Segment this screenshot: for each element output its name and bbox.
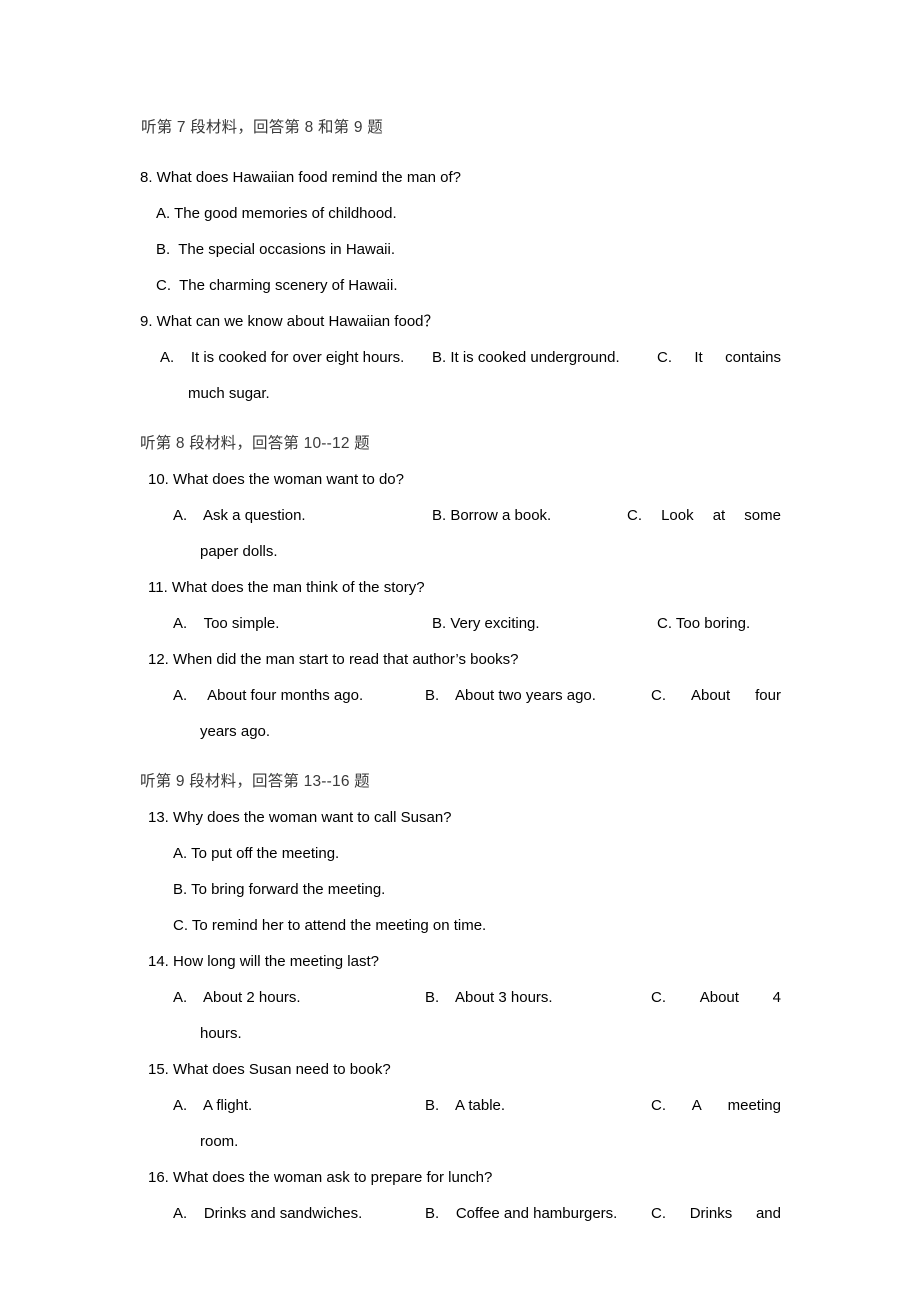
question-13-stem: 13. Why does the woman want to call Susa… bbox=[148, 809, 452, 826]
question-9-option-a[interactable]: A. It is cooked for over eight hours. bbox=[160, 340, 404, 376]
question-11-stem: 11. What does the man think of the story… bbox=[148, 579, 425, 596]
question-16-option-b[interactable]: B. Coffee and hamburgers. bbox=[425, 1196, 617, 1232]
question-10-option-c-word-0: Look bbox=[661, 507, 694, 524]
question-15-option-c[interactable]: C. A meeting bbox=[651, 1088, 781, 1124]
question-16-option-c-label: C. bbox=[651, 1205, 666, 1222]
question-12-option-c-continuation[interactable]: years ago. bbox=[0, 714, 920, 750]
question-9-option-c-label: C. bbox=[657, 349, 672, 366]
question-10-option-c-word-2: some bbox=[744, 507, 781, 524]
question-10-option-c[interactable]: C. Look at some bbox=[627, 498, 781, 534]
question-12-stem: 12. When did the man start to read that … bbox=[148, 651, 519, 668]
question-8-option-c[interactable]: C. The charming scenery of Hawaii. bbox=[0, 268, 920, 304]
question-14-options-row: A. About 2 hours. B. About 3 hours. C. A… bbox=[0, 980, 920, 1016]
question-12-option-c[interactable]: C. About four bbox=[651, 678, 781, 714]
question-12-options-row: A. About four months ago. B. About two y… bbox=[0, 678, 920, 714]
question-15-option-c-word-0: A bbox=[691, 1097, 702, 1114]
question-14-option-b[interactable]: B. About 3 hours. bbox=[425, 980, 553, 1016]
document-page: 听第 7 段材料，回答第 8 和第 9 题 8. What does Hawai… bbox=[0, 0, 920, 1302]
question-16-option-c-word-1: and bbox=[755, 1205, 781, 1222]
question-16-option-c-word-0: Drinks bbox=[689, 1205, 733, 1222]
question-8-option-a[interactable]: A. The good memories of childhood. bbox=[0, 196, 920, 232]
question-14-option-c[interactable]: C. About 4 bbox=[651, 980, 781, 1016]
question-15-option-a[interactable]: A. A flight. bbox=[173, 1088, 252, 1124]
section-header-part8: 听第 8 段材料，回答第 10--12 题 bbox=[140, 435, 370, 452]
question-16-stem: 16. What does the woman ask to prepare f… bbox=[148, 1169, 493, 1186]
section-header-part9: 听第 9 段材料，回答第 13--16 题 bbox=[140, 773, 370, 790]
question-10-option-c-word-1: at bbox=[712, 507, 726, 524]
question-16-options-row: A. Drinks and sandwiches. B. Coffee and … bbox=[0, 1196, 920, 1232]
section-header-part7: 听第 7 段材料，回答第 8 和第 9 题 bbox=[141, 119, 383, 136]
question-16-option-a[interactable]: A. Drinks and sandwiches. bbox=[173, 1196, 362, 1232]
question-15-option-c-continuation[interactable]: room. bbox=[0, 1124, 920, 1160]
question-9-option-c-word-0: It bbox=[694, 349, 703, 366]
question-12-option-c-word-0: About bbox=[690, 687, 731, 704]
question-11-options-row: A. Too simple. B. Very exciting. C. Too … bbox=[0, 606, 920, 642]
question-14-option-c-word-1: 4 bbox=[772, 989, 781, 1006]
question-15-stem: 15. What does Susan need to book? bbox=[148, 1061, 391, 1078]
question-11-option-a[interactable]: A. Too simple. bbox=[173, 606, 279, 642]
question-9-option-c-word-1: contains bbox=[725, 349, 781, 366]
question-15-options-row: A. A flight. B. A table. C. A meeting bbox=[0, 1088, 920, 1124]
question-14-option-a[interactable]: A. About 2 hours. bbox=[173, 980, 301, 1016]
question-9-option-c[interactable]: C. It contains bbox=[657, 340, 781, 376]
question-10-option-a[interactable]: A. Ask a question. bbox=[173, 498, 306, 534]
question-12-option-b[interactable]: B. About two years ago. bbox=[425, 678, 596, 714]
question-10-option-c-continuation[interactable]: paper dolls. bbox=[0, 534, 920, 570]
question-9-option-c-continuation[interactable]: much sugar. bbox=[0, 376, 920, 412]
question-9-options-row: A. It is cooked for over eight hours. B.… bbox=[0, 340, 920, 376]
question-11-option-c[interactable]: C. Too boring. bbox=[657, 606, 750, 642]
page-content: 听第 7 段材料，回答第 8 和第 9 题 8. What does Hawai… bbox=[0, 0, 920, 1232]
question-9-stem: 9. What can we know about Hawaiian food？ bbox=[140, 313, 439, 330]
question-16-option-c[interactable]: C. Drinks and bbox=[651, 1196, 781, 1232]
question-14-stem: 14. How long will the meeting last? bbox=[148, 953, 379, 970]
question-8-option-b[interactable]: B. The special occasions in Hawaii. bbox=[0, 232, 920, 268]
question-9-option-b[interactable]: B. It is cooked underground. bbox=[432, 340, 620, 376]
question-13-option-a[interactable]: A. To put off the meeting. bbox=[0, 836, 920, 872]
question-15-option-c-label: C. bbox=[651, 1097, 666, 1114]
question-8-stem: 8. What does Hawaiian food remind the ma… bbox=[140, 169, 462, 186]
question-11-option-b[interactable]: B. Very exciting. bbox=[432, 606, 540, 642]
question-10-option-b[interactable]: B. Borrow a book. bbox=[432, 498, 551, 534]
question-10-options-row: A. Ask a question. B. Borrow a book. C. … bbox=[0, 498, 920, 534]
question-15-option-b[interactable]: B. A table. bbox=[425, 1088, 505, 1124]
question-15-option-c-word-1: meeting bbox=[727, 1097, 781, 1114]
question-12-option-a[interactable]: A. About four months ago. bbox=[173, 678, 363, 714]
question-13-option-c[interactable]: C. To remind her to attend the meeting o… bbox=[0, 908, 920, 944]
question-10-option-c-label: C. bbox=[627, 507, 642, 524]
question-13-option-b[interactable]: B. To bring forward the meeting. bbox=[0, 872, 920, 908]
question-12-option-c-label: C. bbox=[651, 687, 666, 704]
question-14-option-c-label: C. bbox=[651, 989, 666, 1006]
question-10-stem: 10. What does the woman want to do? bbox=[148, 471, 404, 488]
question-14-option-c-word-0: About bbox=[699, 989, 739, 1006]
question-12-option-c-word-1: four bbox=[755, 687, 781, 704]
question-14-option-c-continuation[interactable]: hours. bbox=[0, 1016, 920, 1052]
